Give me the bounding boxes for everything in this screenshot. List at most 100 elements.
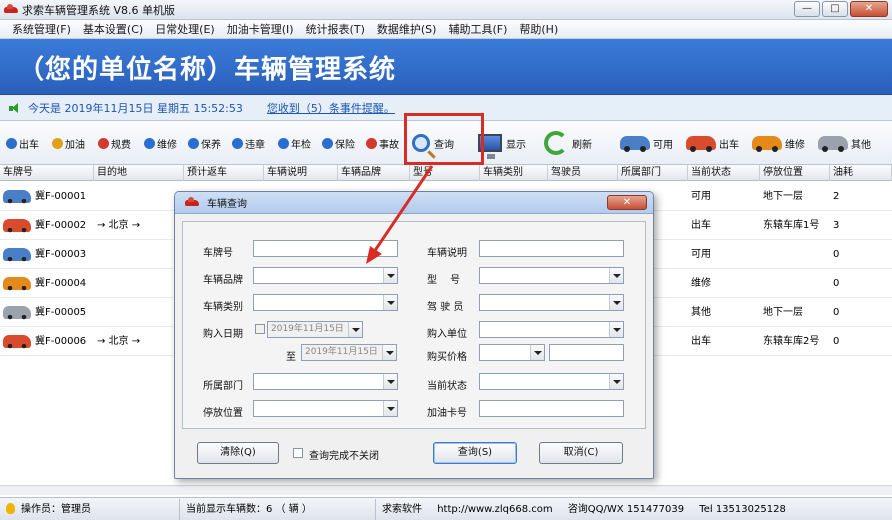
menu-fuel-card[interactable]: 加油卡管理(I) xyxy=(221,21,300,37)
horizontal-scrollbar[interactable] xyxy=(0,485,892,495)
menu-help[interactable]: 帮助(H) xyxy=(513,21,564,37)
model-select[interactable] xyxy=(479,267,624,284)
filter-dispatched-label: 出车 xyxy=(719,139,739,151)
plate-text: 冀F-00003 xyxy=(35,249,87,260)
col-return[interactable]: 预计返车 xyxy=(184,165,264,181)
col-department[interactable]: 所属部门 xyxy=(618,165,688,181)
category-select[interactable] xyxy=(253,294,398,311)
buy-date-to[interactable]: 2019年11月15日 xyxy=(301,344,397,361)
window-title: 求索车辆管理系统 V8.6 单机版 xyxy=(22,3,176,17)
dialog-close-button[interactable]: ✕ xyxy=(607,195,647,210)
inspection-button[interactable]: 年检 xyxy=(278,133,311,153)
submit-query-button[interactable]: 查询(S) xyxy=(433,442,517,464)
status-count: 当前显示车辆数：6 （ 辆 ） xyxy=(180,498,376,520)
buy-date-from[interactable]: 2019年11月15日 xyxy=(267,321,363,338)
maintenance-button[interactable]: 保养 xyxy=(188,133,221,153)
cell-fuel: 2 xyxy=(833,191,840,202)
filter-dispatched-button[interactable]: 出车 xyxy=(686,127,739,159)
menu-tools[interactable]: 辅助工具(F) xyxy=(442,21,513,37)
menu-system[interactable]: 系统管理(F) xyxy=(6,21,77,37)
close-button[interactable]: ✕ xyxy=(850,1,888,17)
plate-text: 冀F-00002 xyxy=(35,220,87,231)
refuel-button[interactable]: 加油 xyxy=(52,133,85,153)
driver-select[interactable] xyxy=(479,294,624,311)
filter-available-button[interactable]: 可用 xyxy=(620,127,673,159)
cell-fuel: 0 xyxy=(833,336,840,347)
cell-plate: 冀F-00002 xyxy=(0,211,94,240)
cancel-button[interactable]: 取消(C) xyxy=(539,442,623,464)
car-icon xyxy=(3,335,31,349)
car-icon xyxy=(3,306,31,320)
car-icon xyxy=(3,248,31,262)
insurance-button[interactable]: 保险 xyxy=(322,133,355,153)
col-driver[interactable]: 驾驶员 xyxy=(548,165,618,181)
status-select[interactable] xyxy=(479,373,624,390)
buy-date-checkbox[interactable] xyxy=(255,324,265,334)
company-name: 求索软件 xyxy=(382,503,422,515)
col-model[interactable]: 型号 xyxy=(410,165,480,181)
violation-label: 违章 xyxy=(245,139,265,151)
label-buy-unit: 购入单位 xyxy=(427,329,467,340)
fees-button[interactable]: 规费 xyxy=(98,133,131,153)
dialog-titlebar[interactable]: 车辆查询 ✕ xyxy=(175,192,653,214)
dispatch-button[interactable]: 出车 xyxy=(6,133,39,153)
col-fuel[interactable]: 油耗 xyxy=(830,165,892,181)
refresh-button[interactable]: 刷新 xyxy=(544,127,592,159)
cell-location: 地下一层 xyxy=(763,191,803,202)
speaker-icon xyxy=(8,102,20,114)
fees-icon xyxy=(98,137,109,149)
company-contact: 咨询QQ/WX 151477039 xyxy=(567,503,685,515)
cell-destination xyxy=(94,182,184,211)
event-reminder-link[interactable]: 您收到（5）条事件提醒。 xyxy=(267,100,395,116)
fuel-card-input[interactable] xyxy=(479,400,624,417)
company-url[interactable]: http://www.zlq668.com xyxy=(437,504,552,515)
car-orange-icon xyxy=(752,136,782,152)
car-icon xyxy=(3,219,31,233)
repair-button[interactable]: 维修 xyxy=(144,133,177,153)
menu-reports[interactable]: 统计报表(T) xyxy=(300,21,371,37)
cell-plate: 冀F-00006 xyxy=(0,327,94,356)
display-button[interactable]: 显示 xyxy=(478,127,526,159)
filter-other-label: 其他 xyxy=(851,139,871,151)
grid-header: 车牌号 目的地 预计返车 车辆说明 车辆品牌 型号 车辆类别 驾驶员 所属部门 … xyxy=(0,165,892,181)
cell-location xyxy=(760,240,830,269)
price-input[interactable] xyxy=(549,344,624,361)
cell-status: 可用 xyxy=(691,191,711,202)
menu-data-maintenance[interactable]: 数据维护(S) xyxy=(371,21,443,37)
plate-input[interactable] xyxy=(253,240,398,257)
department-select[interactable] xyxy=(253,373,398,390)
filter-other-button[interactable]: 其他 xyxy=(818,127,871,159)
maximize-button[interactable]: □ xyxy=(822,1,848,17)
refuel-label: 加油 xyxy=(65,139,85,151)
refresh-icon xyxy=(544,131,568,155)
keep-open-checkbox[interactable] xyxy=(293,448,303,458)
accident-button[interactable]: 事故 xyxy=(366,133,399,153)
col-brand[interactable]: 车辆品牌 xyxy=(338,165,410,181)
col-location[interactable]: 停放位置 xyxy=(760,165,830,181)
maintenance-label: 保养 xyxy=(201,139,221,151)
col-status[interactable]: 当前状态 xyxy=(688,165,760,181)
label-status: 当前状态 xyxy=(427,381,467,392)
status-operator: 操作员：管理员 xyxy=(0,498,180,520)
plate-text: 冀F-00005 xyxy=(35,307,87,318)
description-input[interactable] xyxy=(479,240,624,257)
violation-button[interactable]: 违章 xyxy=(232,133,265,153)
cell-destination xyxy=(94,298,184,327)
price-operator-select[interactable] xyxy=(479,344,545,361)
window-controls: — □ ✕ xyxy=(794,1,888,17)
buy-unit-select[interactable] xyxy=(479,321,624,338)
location-select[interactable] xyxy=(253,400,398,417)
menu-basic-settings[interactable]: 基本设置(C) xyxy=(77,21,149,37)
filter-repair-button[interactable]: 维修 xyxy=(752,127,805,159)
label-fuel-card: 加油卡号 xyxy=(427,408,467,419)
minimize-button[interactable]: — xyxy=(794,1,820,17)
brand-select[interactable] xyxy=(253,267,398,284)
col-destination[interactable]: 目的地 xyxy=(94,165,184,181)
col-plate[interactable]: 车牌号 xyxy=(0,165,94,181)
maintenance-icon xyxy=(188,137,199,149)
col-category[interactable]: 车辆类别 xyxy=(480,165,548,181)
clear-button[interactable]: 清除(Q) xyxy=(197,442,279,464)
menu-daily[interactable]: 日常处理(E) xyxy=(149,21,221,37)
col-description[interactable]: 车辆说明 xyxy=(264,165,338,181)
query-highlight-box xyxy=(404,113,484,165)
